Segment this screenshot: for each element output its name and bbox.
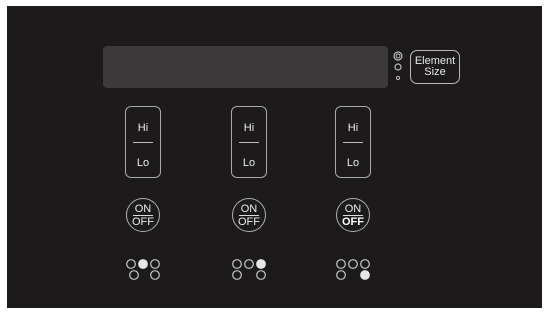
burner-2-lo-label: Lo [242,157,256,169]
burner-3-on-label: ON [344,203,362,215]
burner-2-off-label: OFF [238,216,260,228]
burner-3-hi-lo-divider [343,142,363,143]
element-size-button[interactable]: Element Size [410,50,460,84]
burner-2-hi-lo-control[interactable]: Hi Lo [231,106,267,178]
burner-1-on-label: ON [134,203,152,215]
burner-2-on-label: ON [240,203,258,215]
burner-3-hi-label: Hi [347,122,359,134]
burner-2-hi-label: Hi [243,122,255,134]
burner-3-lo-label: Lo [346,157,360,169]
burner-2-location-indicator-icon [232,259,266,280]
burner-1-lo-label: Lo [136,157,150,169]
burner-3-location-indicator-icon [336,259,370,280]
element-size-label-line2: Size [424,66,446,78]
burner-3-off-label: OFF [342,216,364,228]
burner-1-hi-lo-control[interactable]: Hi Lo [125,106,161,178]
burner-1-hi-lo-divider [133,142,153,143]
burner-1-location-indicator-icon [126,259,160,280]
burner-1-off-label: OFF [132,216,154,228]
burner-2-on-off-button[interactable]: ON OFF [232,198,266,232]
element-size-indicator-icon [393,51,403,81]
status-display [103,46,388,88]
burner-1-hi-label: Hi [137,122,149,134]
burner-3-hi-lo-control[interactable]: Hi Lo [335,106,371,178]
burner-2-hi-lo-divider [239,142,259,143]
burner-1-on-off-button[interactable]: ON OFF [126,198,160,232]
burner-3-on-off-button[interactable]: ON OFF [336,198,370,232]
